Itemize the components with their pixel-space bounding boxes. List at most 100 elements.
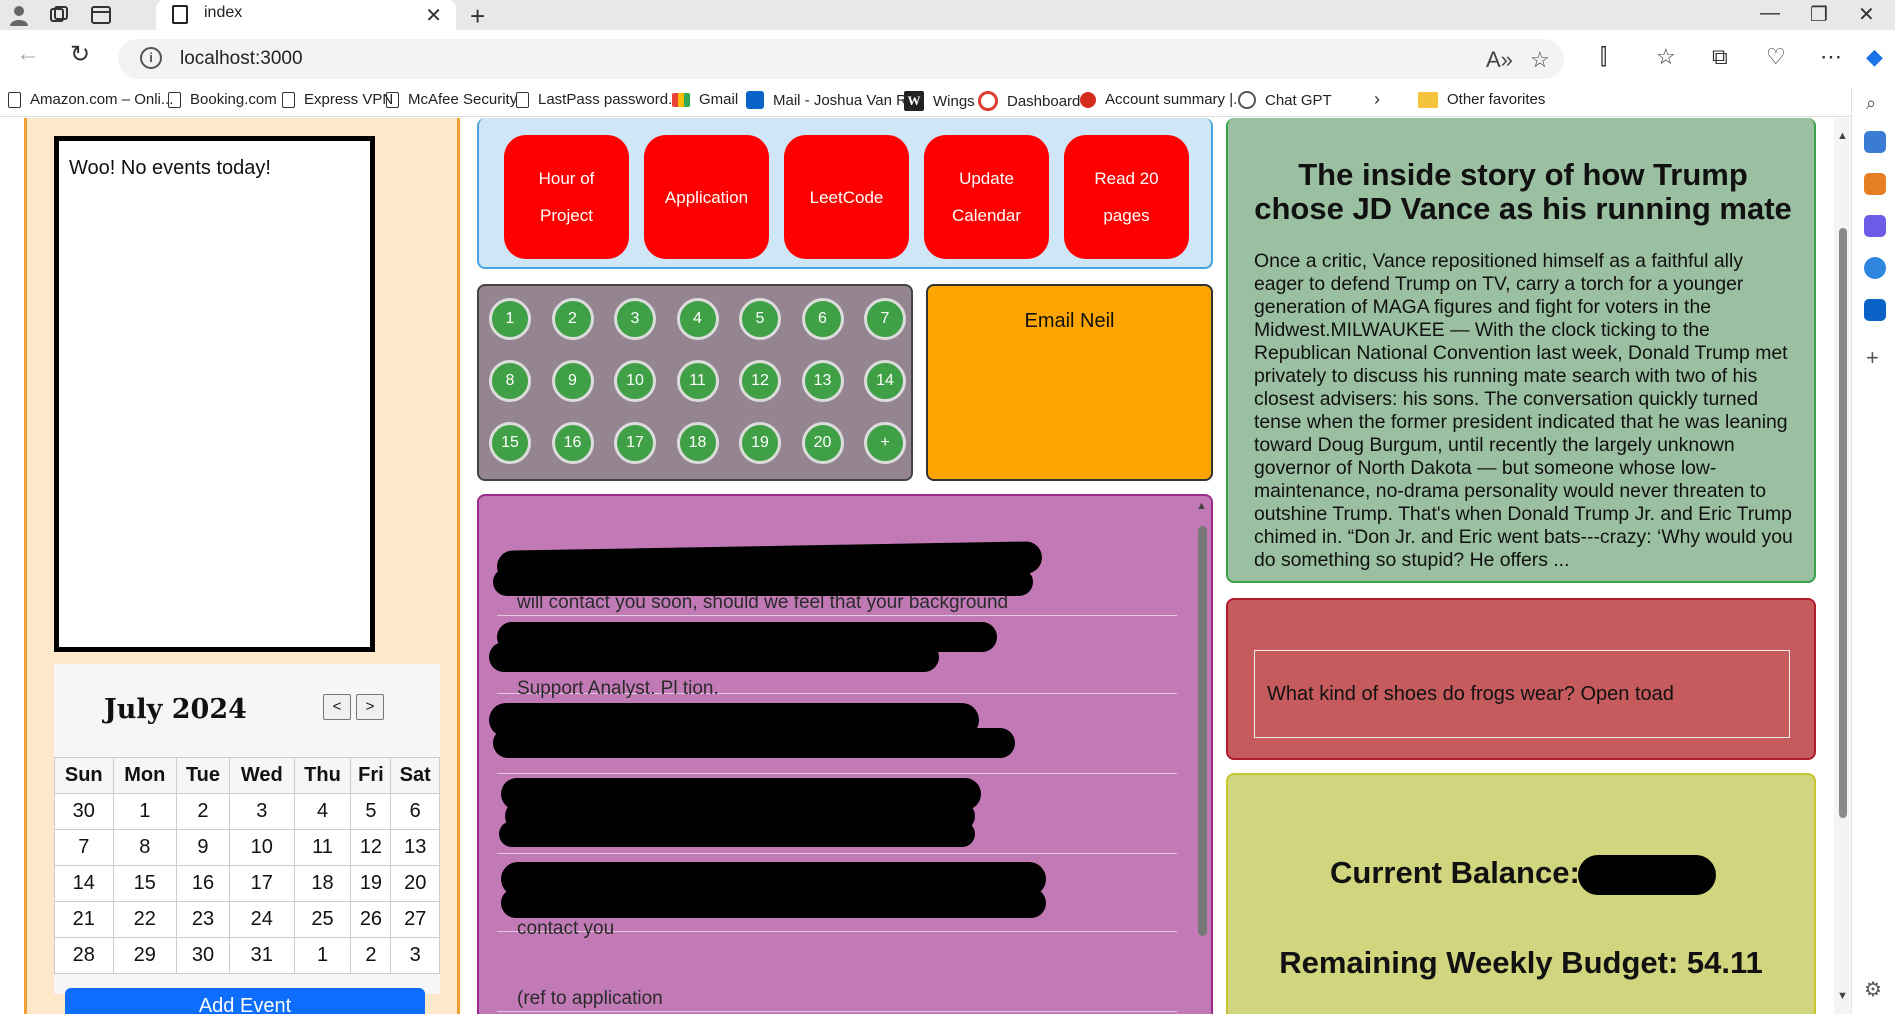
calendar-day[interactable]: 15 [112, 865, 178, 902]
chevron-right-icon[interactable]: › [1374, 89, 1380, 110]
calendar-day[interactable]: 25 [293, 901, 352, 938]
calendar-day[interactable]: 17 [228, 865, 295, 902]
calendar-day[interactable]: 7 [54, 829, 114, 866]
calendar-day[interactable]: 19 [350, 865, 392, 902]
day-circle-button[interactable]: 11 [676, 360, 719, 402]
calendar-day[interactable]: 2 [176, 793, 230, 830]
minimize-icon[interactable]: — [1760, 2, 1780, 25]
task-button[interactable]: Application [644, 135, 769, 259]
task-button[interactable]: Update Calendar [924, 135, 1049, 259]
address-bar[interactable]: i localhost:3000 A» ☆ [118, 39, 1564, 79]
bookmark-item[interactable]: Amazon.com – Onli... [8, 91, 173, 108]
email-reminder-panel[interactable]: Email Neil [926, 284, 1213, 481]
bookmark-item[interactable]: Booking.com [168, 91, 277, 108]
scroll-down-icon[interactable]: ▼ [1837, 990, 1848, 1002]
calendar-day[interactable]: 4 [293, 793, 352, 830]
day-circle-button[interactable]: 19 [739, 422, 781, 464]
bookmark-item[interactable]: Gmail [672, 91, 738, 108]
day-circle-button[interactable]: 13 [801, 360, 844, 402]
day-circle-button[interactable]: 3 [614, 298, 656, 340]
vertical-tabs-icon[interactable] [88, 3, 114, 27]
bookmark-item[interactable]: Dashboard [978, 91, 1080, 111]
calendar-day[interactable]: 14 [54, 865, 114, 902]
search-icon[interactable]: ⌕ [1866, 93, 1876, 114]
calendar-day[interactable]: 1 [112, 793, 178, 830]
calendar-day[interactable]: 18 [293, 865, 352, 902]
back-icon[interactable]: ← [16, 40, 40, 68]
calendar-day[interactable]: 8 [112, 829, 178, 866]
collections-icon[interactable]: ⧉ [1712, 44, 1728, 70]
calendar-day[interactable]: 22 [112, 901, 178, 938]
read-aloud-icon[interactable]: A» [1486, 47, 1513, 73]
task-button[interactable]: LeetCode [784, 135, 909, 259]
task-button[interactable]: Read 20 pages [1064, 135, 1189, 259]
day-circle-button[interactable]: 17 [614, 422, 656, 464]
restore-icon[interactable]: ❐ [1810, 2, 1828, 27]
calendar-day[interactable]: 30 [176, 937, 230, 974]
calendar-day[interactable]: 3 [228, 793, 295, 830]
day-circle-button[interactable]: 2 [551, 298, 594, 340]
mail-scrollbar[interactable]: ▲ [1191, 496, 1211, 1014]
add-sidebar-app-icon[interactable]: + [1866, 345, 1879, 371]
shopping-icon[interactable] [1864, 131, 1886, 153]
day-circle-button[interactable]: 6 [801, 298, 844, 340]
day-circle-button[interactable]: 16 [551, 422, 594, 464]
page-scroll-thumb[interactable] [1839, 228, 1847, 818]
profile-icon[interactable] [6, 3, 32, 27]
mail-scroll-thumb[interactable] [1198, 526, 1207, 936]
day-circle-button[interactable]: 7 [864, 298, 906, 340]
day-circle-button[interactable]: 4 [676, 298, 719, 340]
day-circle-button[interactable]: 9 [551, 360, 594, 402]
day-circle-button[interactable]: 10 [614, 360, 656, 402]
calendar-day[interactable]: 30 [54, 793, 114, 830]
calendar-day[interactable]: 23 [176, 901, 230, 938]
url-text[interactable]: localhost:3000 [180, 48, 303, 70]
more-menu-icon[interactable]: ⋯ [1820, 44, 1842, 70]
calendar-prev-button[interactable]: < [323, 694, 351, 720]
close-window-icon[interactable]: ✕ [1858, 2, 1875, 27]
scroll-up-icon[interactable]: ▲ [1196, 500, 1207, 512]
calendar-day[interactable]: 13 [390, 829, 440, 866]
task-button[interactable]: Hour of Project [504, 135, 629, 259]
active-tab[interactable]: index ✕ [156, 0, 456, 30]
day-circle-button[interactable]: 1 [489, 298, 531, 340]
calendar-day[interactable]: 28 [54, 937, 114, 974]
calendar-day[interactable]: 10 [228, 829, 295, 866]
copilot-icon[interactable]: ◆ [1866, 44, 1883, 70]
outlook-sidebar-icon[interactable] [1864, 299, 1886, 321]
calendar-day[interactable]: 26 [350, 901, 392, 938]
day-circle-button[interactable]: 20 [801, 422, 844, 464]
day-circle-button[interactable]: 15 [489, 422, 531, 464]
day-circle-button[interactable]: 14 [864, 360, 906, 402]
mail-item[interactable]: (ref to application [497, 932, 1177, 1012]
calendar-next-button[interactable]: > [356, 694, 384, 720]
calendar-day[interactable]: 5 [350, 793, 392, 830]
calendar-day[interactable]: 21 [54, 901, 114, 938]
day-circle-button[interactable]: 18 [676, 422, 719, 464]
bookmark-item[interactable]: W Wings [904, 91, 975, 111]
split-screen-icon[interactable]: ⫿ [1600, 44, 1607, 70]
calendar-day[interactable]: 12 [350, 829, 392, 866]
settings-gear-icon[interactable]: ⚙ [1864, 977, 1882, 1002]
people-icon[interactable] [1864, 215, 1886, 237]
calendar-day[interactable]: 31 [228, 937, 295, 974]
add-event-button[interactable]: Add Event [65, 988, 425, 1014]
bookmark-item[interactable]: Mail - Joshua Van R... [746, 91, 919, 109]
day-circle-button[interactable]: 8 [489, 360, 531, 402]
calendar-day[interactable]: 29 [112, 937, 178, 974]
calendar-day[interactable]: 1 [293, 937, 352, 974]
copilot-sidebar-icon[interactable] [1864, 257, 1886, 279]
refresh-icon[interactable]: ↻ [70, 40, 90, 69]
bookmark-item[interactable]: Account summary |... [1080, 91, 1246, 108]
calendar-day[interactable]: 2 [350, 937, 392, 974]
favorites-icon[interactable]: ☆ [1656, 44, 1676, 70]
calendar-day[interactable]: 3 [390, 937, 440, 974]
news-headline[interactable]: The inside story of how Trump chose JD V… [1250, 158, 1796, 226]
favorite-star-icon[interactable]: ☆ [1530, 47, 1550, 73]
browser-essentials-icon[interactable]: ♡ [1766, 44, 1786, 70]
other-favorites-folder[interactable]: Other favorites [1418, 91, 1545, 108]
tools-icon[interactable] [1864, 173, 1886, 195]
page-scrollbar[interactable]: ▲ ▼ [1834, 118, 1851, 1014]
calendar-day[interactable]: 9 [176, 829, 230, 866]
day-circle-button[interactable]: 12 [739, 360, 781, 402]
